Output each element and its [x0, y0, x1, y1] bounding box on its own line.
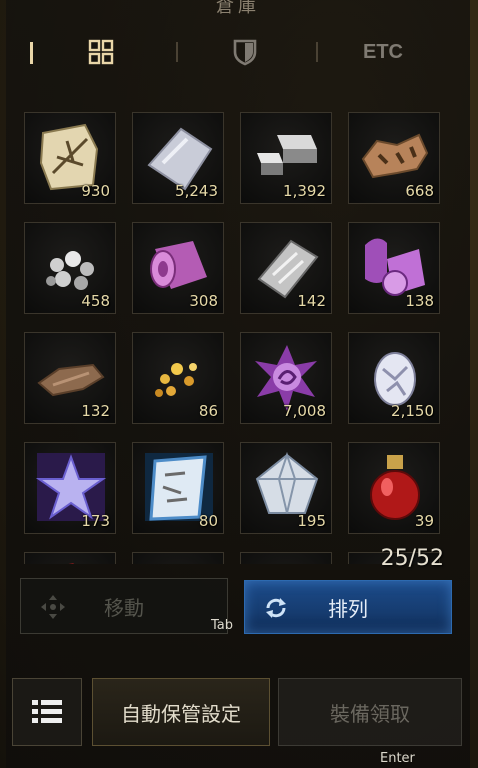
tab-separator [176, 42, 178, 62]
item-count: 458 [81, 292, 110, 310]
grid-icon [88, 39, 114, 65]
tab-etc[interactable]: ETC [348, 34, 418, 70]
window-title: 倉庫 [216, 0, 260, 17]
move-button[interactable]: 移動 [20, 578, 228, 634]
item-count: 308 [189, 292, 218, 310]
sort-hotkey-hint: Tab [211, 618, 234, 633]
tab-all[interactable] [76, 34, 126, 70]
item-slot[interactable]: 80 [132, 442, 224, 534]
equip-receive-label: 裝備領取 [330, 701, 410, 726]
item-slot[interactable]: 458 [24, 222, 116, 314]
item-slot[interactable]: 5,243 [132, 112, 224, 204]
warehouse-panel: 倉庫 ETC 930 5,243 1,392 668 458 308 142 1… [6, 0, 470, 768]
equip-receive-button[interactable]: 裝備領取 [278, 678, 462, 746]
tab-equipment[interactable] [220, 34, 270, 70]
item-count: 7,008 [283, 402, 326, 420]
item-slot[interactable]: 132 [24, 332, 116, 424]
shield-icon [233, 39, 257, 66]
list-icon [32, 700, 62, 723]
active-tab-indicator [30, 42, 33, 64]
list-view-button[interactable] [12, 678, 82, 746]
item-slot[interactable]: 308 [132, 222, 224, 314]
item-slot[interactable]: 39 [348, 442, 440, 534]
auto-storage-label: 自動保管設定 [121, 701, 241, 726]
tab-bar: ETC [20, 34, 460, 74]
item-count: 5,243 [175, 182, 218, 200]
item-count: 2,150 [391, 402, 434, 420]
item-count: 1,392 [283, 182, 326, 200]
refresh-icon [266, 598, 286, 618]
item-count: 195 [297, 512, 326, 530]
enter-hotkey-hint: Enter [380, 751, 415, 766]
item-count: 39 [414, 512, 434, 530]
item-slot[interactable]: 7,008 [240, 332, 332, 424]
item-slot[interactable]: 86 [132, 332, 224, 424]
item-count: 173 [81, 512, 110, 530]
capacity-counter: 25/52 [380, 546, 444, 571]
item-slot[interactable]: 142 [240, 222, 332, 314]
auto-storage-settings-button[interactable]: 自動保管設定 [92, 678, 270, 746]
item-slot[interactable] [132, 552, 224, 564]
red-cloth-icon [68, 563, 75, 564]
item-slot[interactable] [240, 552, 332, 564]
item-count: 80 [198, 512, 218, 530]
item-slot[interactable]: 930 [24, 112, 116, 204]
tab-separator [316, 42, 318, 62]
item-slot[interactable]: 668 [348, 112, 440, 204]
item-slot[interactable]: 138 [348, 222, 440, 314]
item-count: 86 [198, 402, 218, 420]
item-slot[interactable]: 1,392 [240, 112, 332, 204]
item-slot[interactable]: 195 [240, 442, 332, 534]
item-slot[interactable] [24, 552, 116, 564]
item-slot[interactable]: 173 [24, 442, 116, 534]
item-count: 142 [297, 292, 326, 310]
item-count: 132 [81, 402, 110, 420]
move-button-label: 移動 [104, 595, 144, 620]
item-grid: 930 5,243 1,392 668 458 308 142 138 132 … [24, 94, 440, 564]
sort-button[interactable]: 排列 [244, 580, 452, 634]
item-count: 930 [81, 182, 110, 200]
item-slot[interactable]: 2,150 [348, 332, 440, 424]
tab-etc-label: ETC [363, 40, 403, 63]
item-count: 138 [405, 292, 434, 310]
sort-button-label: 排列 [328, 596, 368, 621]
item-count: 668 [405, 182, 434, 200]
move-arrows-icon [41, 595, 65, 619]
